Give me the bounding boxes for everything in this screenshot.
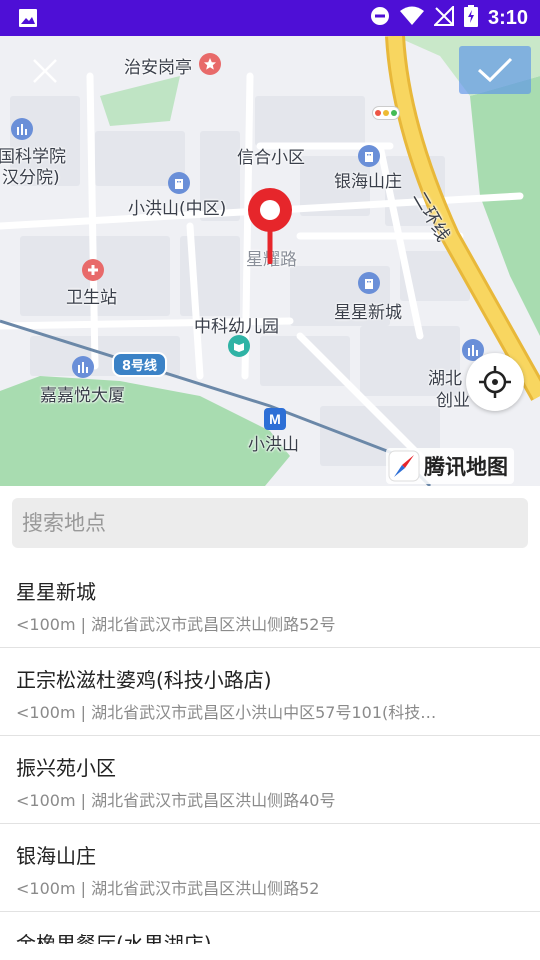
status-bar: 3:10 (0, 0, 540, 36)
location-pin-icon[interactable] (244, 184, 296, 265)
clinic-icon (82, 259, 104, 281)
map-label: 信合小区 (237, 148, 305, 168)
office-building-icon (11, 118, 33, 140)
residential-icon (358, 145, 380, 167)
crosshair-icon (479, 366, 511, 398)
place-address: <100m | 湖北省武汉市武昌区洪山侧路52 (16, 879, 320, 898)
place-name: 金橡果餐厅(水果湖店) (16, 932, 212, 944)
place-address: <100m | 湖北省武汉市武昌区洪山侧路52号 (16, 615, 336, 634)
map-label: 嘉嘉悦大厦 (40, 386, 125, 406)
no-signal-icon (432, 4, 454, 30)
office-building-icon (72, 356, 94, 378)
list-item[interactable]: 星星新城 <100m | 湖北省武汉市武昌区洪山侧路52号 (0, 560, 540, 648)
place-name: 星星新城 (16, 580, 96, 604)
battery-charging-icon (463, 5, 478, 31)
map-label: 创业 (436, 391, 470, 411)
map-label: 治安岗亭 (124, 58, 192, 78)
map-label: 银海山庄 (334, 172, 402, 192)
metro-line-badge: 8号线 (112, 352, 168, 377)
locate-me-button[interactable] (466, 353, 524, 411)
kindergarten-icon (228, 335, 250, 357)
confirm-button[interactable] (459, 46, 531, 94)
compass-logo-icon (388, 450, 420, 482)
place-address: <100m | 湖北省武汉市武昌区小洪山中区57号101(科技… (16, 703, 437, 722)
place-name: 银海山庄 (16, 844, 96, 868)
traffic-light-icon (372, 106, 400, 120)
map-label: 小洪山(中区) (128, 199, 227, 219)
results-list[interactable]: 星星新城 <100m | 湖北省武汉市武昌区洪山侧路52号 正宗松滋杜婆鸡(科技… (0, 560, 540, 944)
wifi-icon (399, 6, 424, 30)
clock: 3:10 (487, 6, 528, 29)
place-name: 振兴苑小区 (16, 756, 116, 780)
residential-icon (358, 272, 380, 294)
map-label: 汉分院) (2, 168, 60, 188)
map-logo-text: 腾讯地图 (424, 455, 508, 479)
police-station-icon (199, 53, 221, 75)
list-item[interactable]: 银海山庄 <100m | 湖北省武汉市武昌区洪山侧路52 (0, 824, 540, 912)
list-item[interactable]: 正宗松滋杜婆鸡(科技小路店) <100m | 湖北省武汉市武昌区小洪山中区57号… (0, 648, 540, 736)
metro-station-icon: M (264, 408, 286, 430)
map-view[interactable]: M 8号线 治安岗亭 国科学院 汉分院) 信合小区 银海山庄 小洪山(中区) 星… (0, 36, 540, 486)
list-item[interactable]: 振兴苑小区 <100m | 湖北省武汉市武昌区洪山侧路40号 (0, 736, 540, 824)
map-provider-logo: 腾讯地图 (386, 448, 514, 484)
close-button[interactable] (30, 56, 60, 86)
do-not-disturb-icon (370, 6, 390, 30)
checkmark-icon (477, 57, 513, 83)
close-icon (33, 59, 57, 83)
image-icon (18, 8, 38, 32)
map-label: 小洪山 (248, 435, 299, 455)
list-item[interactable]: 金橡果餐厅(水果湖店) (0, 912, 540, 944)
map-label: 卫生站 (66, 288, 117, 308)
place-address: <100m | 湖北省武汉市武昌区洪山侧路40号 (16, 791, 336, 810)
search-input[interactable] (12, 498, 528, 548)
place-name: 正宗松滋杜婆鸡(科技小路店) (16, 668, 272, 692)
map-label: 星星新城 (334, 303, 402, 323)
map-label: 中科幼儿园 (194, 317, 279, 337)
residential-icon (168, 172, 190, 194)
